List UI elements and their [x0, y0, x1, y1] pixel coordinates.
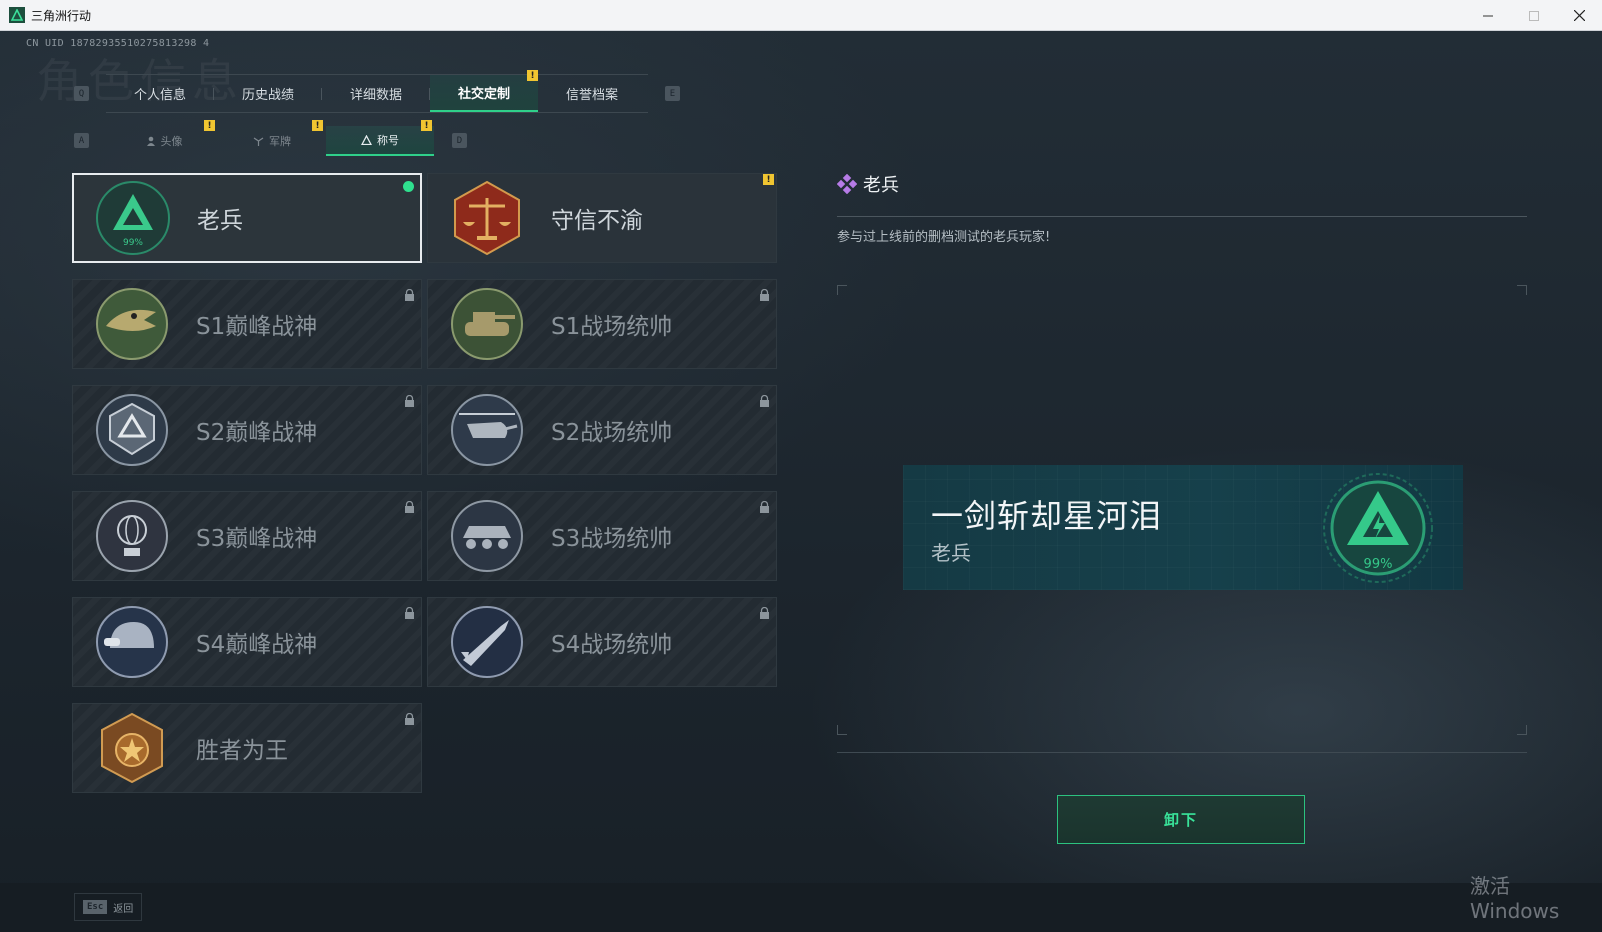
- lock-icon: [759, 392, 770, 407]
- title-card-name: 老兵: [197, 208, 243, 234]
- footer-bar: Esc 返回: [0, 883, 1602, 932]
- window-title: 三角洲行动: [31, 8, 92, 23]
- title-card[interactable]: S1战场统帅: [427, 279, 777, 369]
- title-card[interactable]: S4巅峰战神: [72, 597, 422, 687]
- title-description: 参与过上线前的删档测试的老兵玩家!: [837, 230, 1051, 245]
- veteran-emblem-icon: 99%: [1323, 473, 1433, 583]
- new-badge: !: [763, 174, 774, 185]
- title-card-name: S4战场统帅: [551, 632, 673, 658]
- title-card[interactable]: S3巅峰战神: [72, 491, 422, 581]
- back-label: 返回: [113, 903, 134, 915]
- title-card[interactable]: 99% 老兵: [72, 173, 422, 263]
- divider: [837, 216, 1527, 217]
- triangle-icon: [361, 135, 372, 145]
- game-viewport: CN UID 18782935510275813298 4 角色信息 Q 个人信…: [0, 31, 1602, 932]
- title-card-name: 守信不渝: [551, 208, 643, 234]
- lock-icon: [404, 604, 415, 619]
- preview-title-name: 老兵: [931, 541, 971, 565]
- next-tab-key-hint[interactable]: E: [665, 86, 680, 101]
- title-card-name: S1巅峰战神: [196, 314, 318, 340]
- title-card[interactable]: S1巅峰战神: [72, 279, 422, 369]
- unequip-button[interactable]: 卸下: [1057, 795, 1305, 844]
- lock-icon: [404, 286, 415, 301]
- subtab-title-label: 称号: [377, 134, 399, 147]
- title-nameplate-preview: 一剑斩却星河泪 老兵 99%: [903, 465, 1463, 590]
- helicopter-emblem-icon: [449, 392, 525, 468]
- title-card-name: S3巅峰战神: [196, 526, 318, 552]
- detail-title-name: 老兵: [863, 175, 899, 196]
- shield-emblem-icon: [94, 392, 170, 468]
- apc-emblem-icon: [449, 498, 525, 574]
- globe-emblem-icon: [94, 498, 170, 574]
- subtab-dogtag-label: 军牌: [269, 135, 291, 148]
- main-tab-bar: 个人信息 历史战绩 详细数据 社交定制 信誉档案: [106, 74, 648, 113]
- close-button[interactable]: [1556, 0, 1602, 31]
- veteran-emblem-icon: 99%: [95, 180, 171, 256]
- person-icon: [146, 136, 155, 146]
- title-card[interactable]: 守信不渝!: [427, 173, 777, 263]
- lock-icon: [759, 498, 770, 513]
- sub-tab-bar: 头像 军牌 称号: [110, 126, 434, 156]
- tab-match-history[interactable]: 历史战绩: [214, 75, 322, 112]
- subtab-avatar-label: 头像: [160, 135, 183, 148]
- scales-emblem-icon: [449, 180, 525, 256]
- lock-icon: [404, 392, 415, 407]
- title-card[interactable]: S3战场统帅: [427, 491, 777, 581]
- subtab-avatar[interactable]: 头像: [110, 126, 218, 156]
- prev-tab-key-hint[interactable]: Q: [74, 86, 89, 101]
- divider: [837, 752, 1527, 753]
- title-card[interactable]: S2巅峰战神: [72, 385, 422, 475]
- subtab-dogtag[interactable]: 军牌: [218, 126, 326, 156]
- title-card[interactable]: S4战场统帅: [427, 597, 777, 687]
- title-card-name: S4巅峰战神: [196, 632, 318, 658]
- title-card-name: S1战场统帅: [551, 314, 673, 340]
- windows-activation-watermark: 激活 Windows: [1470, 874, 1560, 923]
- crocodile-emblem-icon: [94, 286, 170, 362]
- diamond-cluster-icon: [837, 174, 857, 194]
- prev-subtab-key-hint[interactable]: A: [74, 133, 89, 148]
- tab-social-customization[interactable]: 社交定制: [430, 75, 538, 112]
- window-titlebar: 三角洲行动: [0, 0, 1602, 31]
- preview-player-name: 一剑斩却星河泪: [931, 497, 1163, 535]
- dogtag-icon: [253, 137, 264, 146]
- lock-icon: [404, 710, 415, 725]
- next-subtab-key-hint[interactable]: D: [452, 133, 467, 148]
- title-card-name: 胜者为王: [196, 738, 288, 764]
- detail-header: 老兵: [837, 171, 899, 197]
- medal-emblem-icon: [94, 710, 170, 786]
- title-card-name: S2巅峰战神: [196, 420, 318, 446]
- lock-icon: [759, 604, 770, 619]
- tab-detailed-data[interactable]: 详细数据: [322, 75, 430, 112]
- minimize-button[interactable]: [1465, 0, 1511, 31]
- lock-icon: [404, 498, 415, 513]
- missile-emblem-icon: [449, 604, 525, 680]
- title-card[interactable]: S2战场统帅: [427, 385, 777, 475]
- back-button[interactable]: Esc 返回: [74, 893, 142, 921]
- tab-reputation-record[interactable]: 信誉档案: [538, 75, 646, 112]
- tab-personal-info[interactable]: 个人信息: [106, 75, 214, 112]
- emblem-percent: 99%: [1364, 557, 1393, 572]
- tab-new-badge: !: [527, 70, 538, 81]
- svg-text:99%: 99%: [123, 238, 143, 248]
- title-card-name: S2战场统帅: [551, 420, 673, 446]
- title-card[interactable]: 胜者为王: [72, 703, 422, 793]
- esc-key-hint: Esc: [83, 900, 108, 914]
- tank-emblem-icon: [449, 286, 525, 362]
- maximize-button[interactable]: [1511, 0, 1557, 31]
- subtab-new-badge: !: [421, 120, 432, 131]
- subtab-new-badge: !: [204, 120, 215, 131]
- equipped-indicator: [403, 181, 414, 192]
- app-logo-icon: [9, 7, 25, 23]
- lock-icon: [759, 286, 770, 301]
- helmet-emblem-icon: [94, 604, 170, 680]
- title-card-name: S3战场统帅: [551, 526, 673, 552]
- subtab-title[interactable]: 称号: [326, 126, 434, 156]
- subtab-new-badge: !: [312, 120, 323, 131]
